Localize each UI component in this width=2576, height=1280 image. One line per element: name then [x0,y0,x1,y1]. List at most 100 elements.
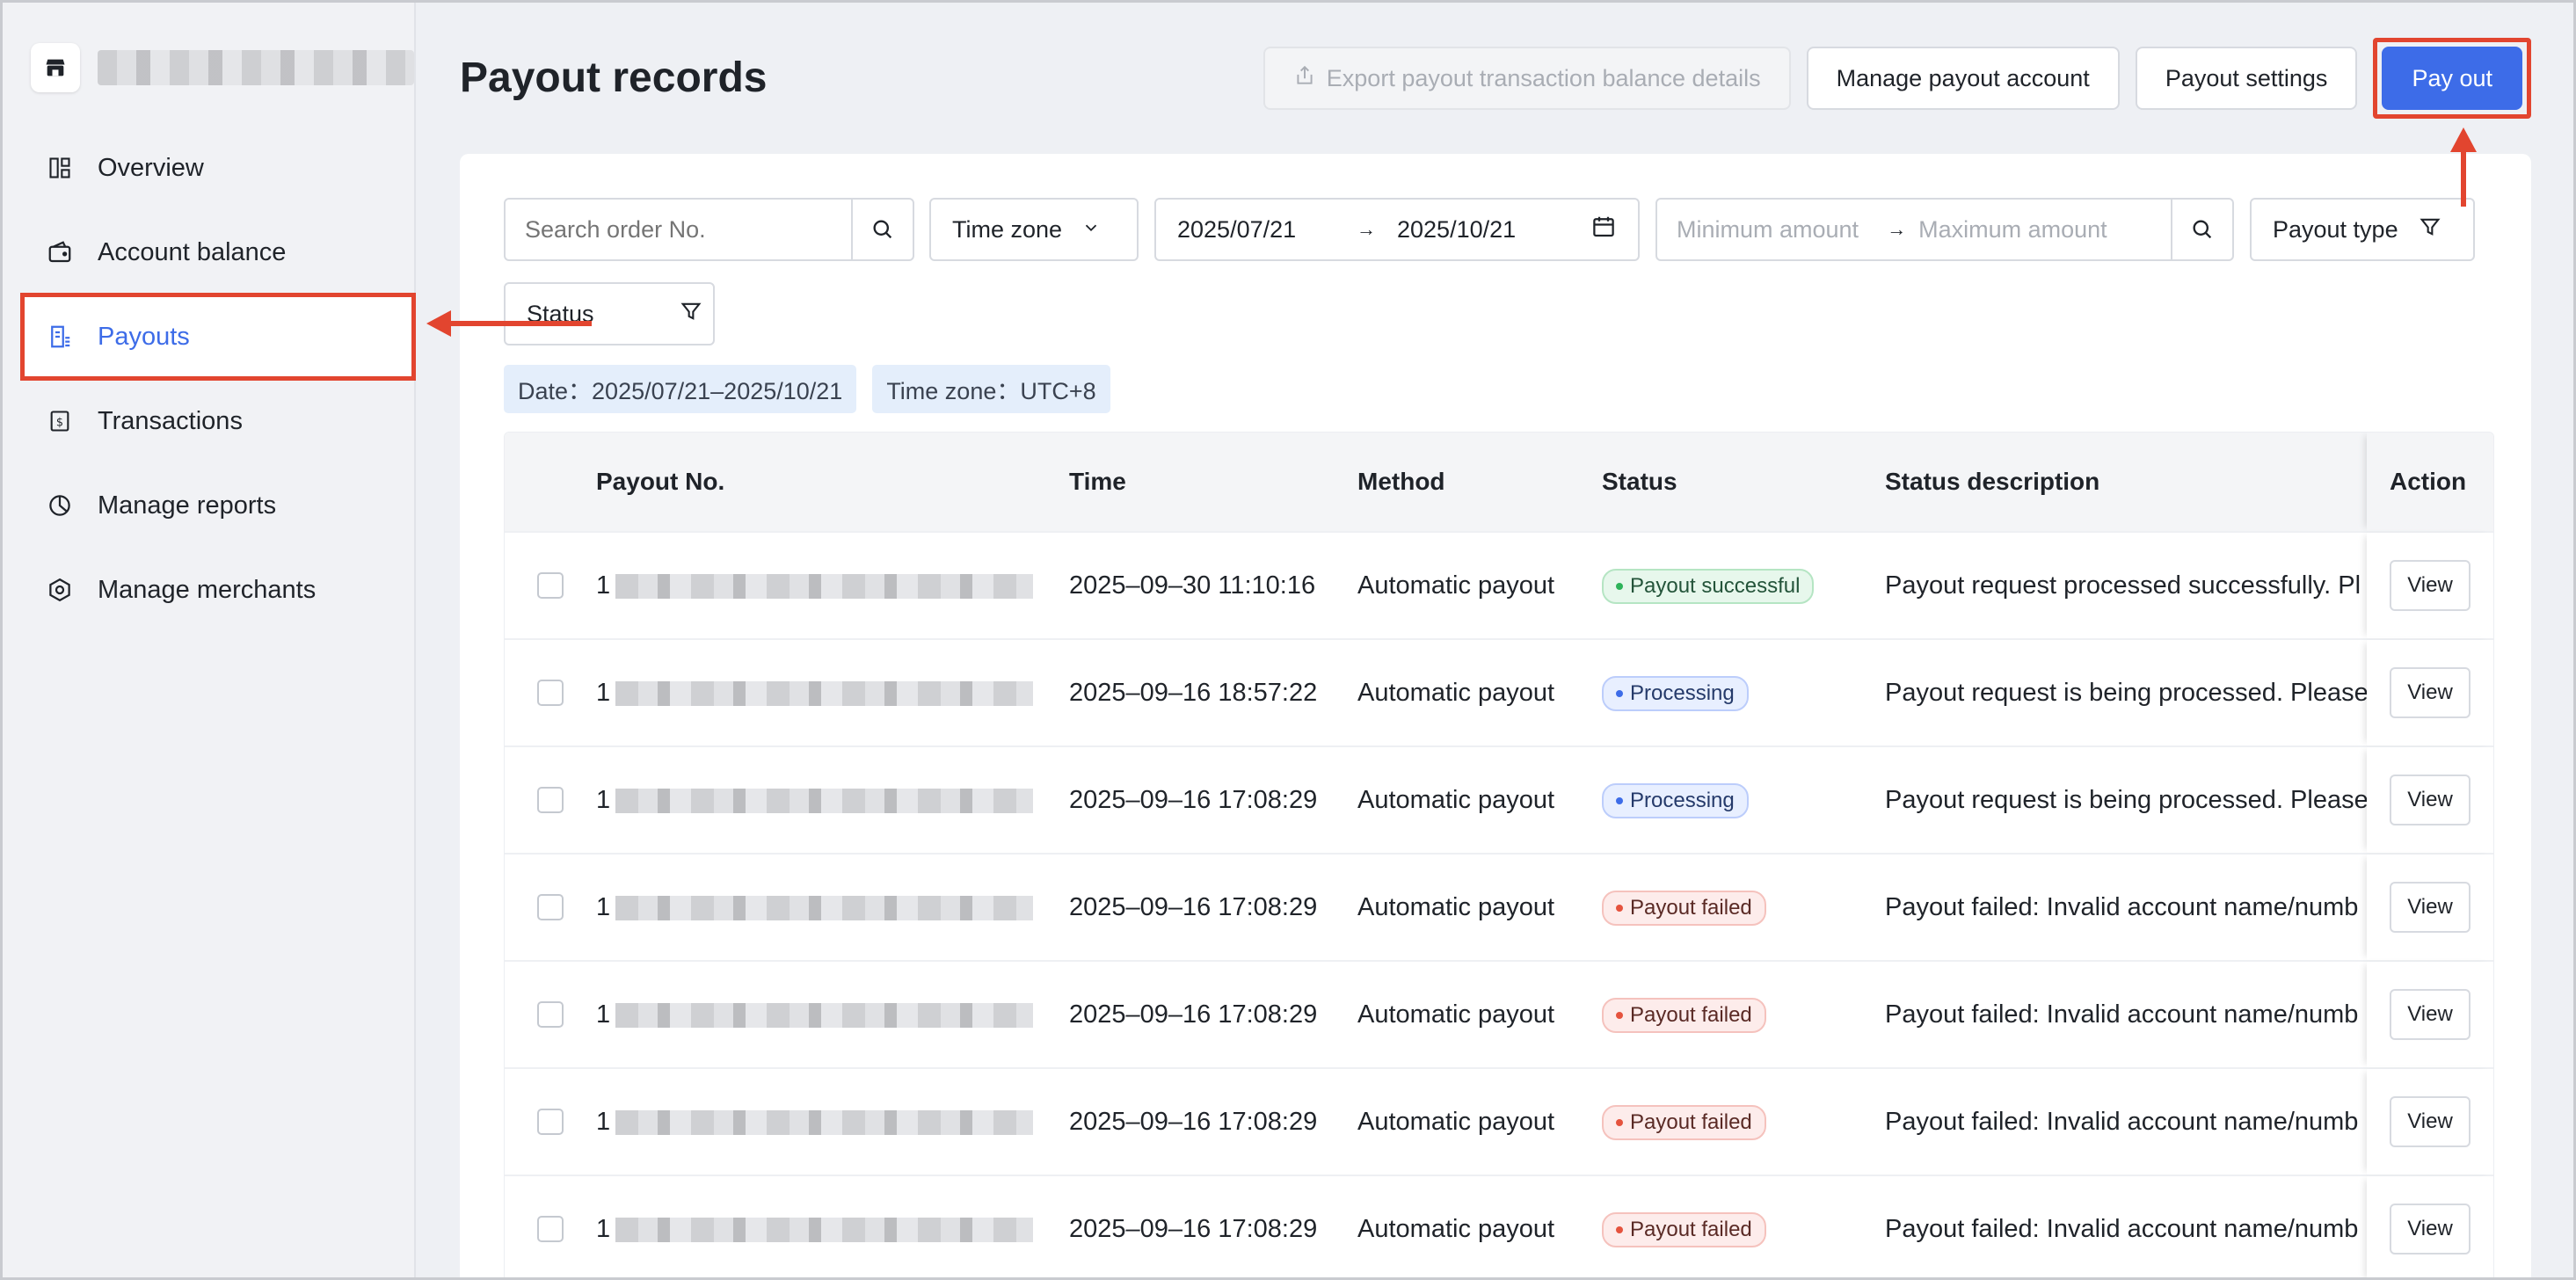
sidebar-item-label: Manage reports [98,491,277,520]
sidebar-item-payouts[interactable]: Payouts [20,293,416,381]
time-zone-select[interactable]: Time zone [929,198,1139,261]
status-filter[interactable]: Status [504,282,715,345]
payout-no-prefix: 1 [596,1000,611,1029]
merchant-name-redacted [98,50,414,85]
export-icon [1293,64,1316,93]
export-label: Export payout transaction balance detail… [1326,64,1761,91]
view-button[interactable]: View [2390,560,2470,611]
row-check-cell [505,894,596,920]
row-checkbox[interactable] [537,1216,564,1242]
row-checkbox[interactable] [537,787,564,813]
status-cell: Processing [1602,782,1885,818]
status-dot-icon [1616,904,1623,912]
method-cell: Automatic payout [1357,678,1555,707]
status-dot-icon [1616,582,1623,590]
view-button[interactable]: View [2390,775,2470,825]
status-badge-label: Payout successful [1630,573,1801,598]
row-check-cell [505,680,596,706]
payout-no-cell: 1 [596,786,1069,815]
status-cell: Payout failed [1602,890,1885,926]
row-check-cell [505,787,596,813]
payout-settings-button[interactable]: Payout settings [2135,47,2358,110]
status-cell: Payout failed [1602,997,1885,1033]
table-body: 1 2025–09–30 11:10:16 Automatic payout P… [505,531,2493,1277]
search-box [504,198,914,261]
date-start[interactable]: 2025/07/21 [1177,216,1357,244]
status-description-cell: Payout request is being processed. Pleas… [1885,678,2367,707]
payout-no-redacted [615,788,1034,813]
search-icon[interactable] [851,200,913,259]
status-badge: Payout failed [1602,890,1766,926]
time-cell: 2025–09–16 17:08:29 [1069,892,1318,921]
status-dot-icon [1616,1011,1623,1019]
action-cell: View [2367,1176,2493,1277]
row-checkbox[interactable] [537,894,564,920]
app-window: Overview Account balance Payouts $ Trans… [0,0,2576,1280]
payout-no-prefix: 1 [596,1107,611,1136]
sidebar-item-label: Transactions [98,406,243,435]
payout-type-label: Payout type [2273,215,2398,243]
dollar-receipt-icon: $ [45,406,75,436]
sidebar-item-transactions[interactable]: $ Transactions [22,379,414,463]
search-input[interactable] [506,200,851,259]
status-description-cell: Payout request is being processed. Pleas… [1885,785,2367,814]
row-checkbox[interactable] [537,1109,564,1135]
sidebar-item-account-balance[interactable]: Account balance [22,210,414,295]
sidebar-item-overview[interactable]: Overview [22,126,414,210]
row-checkbox[interactable] [537,1001,564,1028]
method-cell: Automatic payout [1357,571,1555,600]
status-badge-label: Payout failed [1630,895,1752,920]
column-header: Time [1069,468,1126,495]
payout-no-cell: 1 [596,1000,1069,1029]
table-header: Payout No. Time Method Status Status des… [505,433,2493,531]
method-cell: Automatic payout [1357,1214,1555,1243]
store-logo-icon [31,43,80,92]
payout-no-prefix: 1 [596,785,611,814]
status-badge-label: Payout failed [1630,1109,1752,1134]
view-button[interactable]: View [2390,1204,2470,1255]
view-button[interactable]: View [2390,667,2470,718]
view-button[interactable]: View [2390,1096,2470,1147]
payout-no-cell: 1 [596,571,1069,600]
row-checkbox[interactable] [537,680,564,706]
sidebar-item-manage-merchants[interactable]: Manage merchants [22,548,414,632]
max-amount-input[interactable]: Maximum amount [1918,216,2171,244]
row-check-cell [505,1216,596,1242]
sidebar-item-manage-reports[interactable]: Manage reports [22,463,414,548]
column-header: Payout No. [596,468,725,495]
method-cell: Automatic payout [1357,785,1555,814]
table-row: 1 2025–09–16 18:57:22 Automatic payout P… [505,638,2493,745]
status-badge: Payout failed [1602,1104,1766,1140]
export-button[interactable]: Export payout transaction balance detail… [1263,47,1791,110]
time-cell: 2025–09–30 11:10:16 [1069,571,1316,600]
date-end[interactable]: 2025/10/21 [1397,216,1590,244]
column-header: Action [2367,433,2493,531]
payout-no-redacted [615,680,1034,706]
row-checkbox[interactable] [537,572,564,599]
page-title: Payout records [460,55,768,101]
search-icon[interactable] [2171,200,2232,259]
time-zone-tag: Time zone：UTC+8 [872,365,1110,413]
date-range-picker[interactable]: 2025/07/21 → 2025/10/21 [1154,198,1640,261]
pay-out-button[interactable]: Pay out [2382,47,2522,110]
sidebar-nav: Overview Account balance Payouts $ Trans… [20,126,416,632]
time-cell: 2025–09–16 17:08:29 [1069,1000,1318,1029]
view-button[interactable]: View [2390,989,2470,1040]
status-badge: Processing [1602,675,1749,711]
status-dot-icon [1616,689,1623,697]
sidebar-item-label: Payouts [98,322,190,351]
view-button[interactable]: View [2390,882,2470,933]
time-cell: 2025–09–16 17:08:29 [1069,1214,1318,1243]
status-filter-label: Status [527,300,594,327]
time-zone-label: Time zone [952,215,1063,243]
min-amount-input[interactable]: Minimum amount [1657,216,1887,244]
action-cell: View [2367,533,2493,638]
payout-no-cell: 1 [596,679,1069,708]
row-check-cell [505,1001,596,1028]
wallet-icon [45,237,75,267]
column-header: Method [1357,468,1445,495]
payout-type-filter[interactable]: Payout type [2250,198,2475,261]
status-cell: Payout failed [1602,1211,1885,1247]
payout-no-redacted [615,1109,1034,1135]
manage-payout-account-button[interactable]: Manage payout account [1806,47,2120,110]
